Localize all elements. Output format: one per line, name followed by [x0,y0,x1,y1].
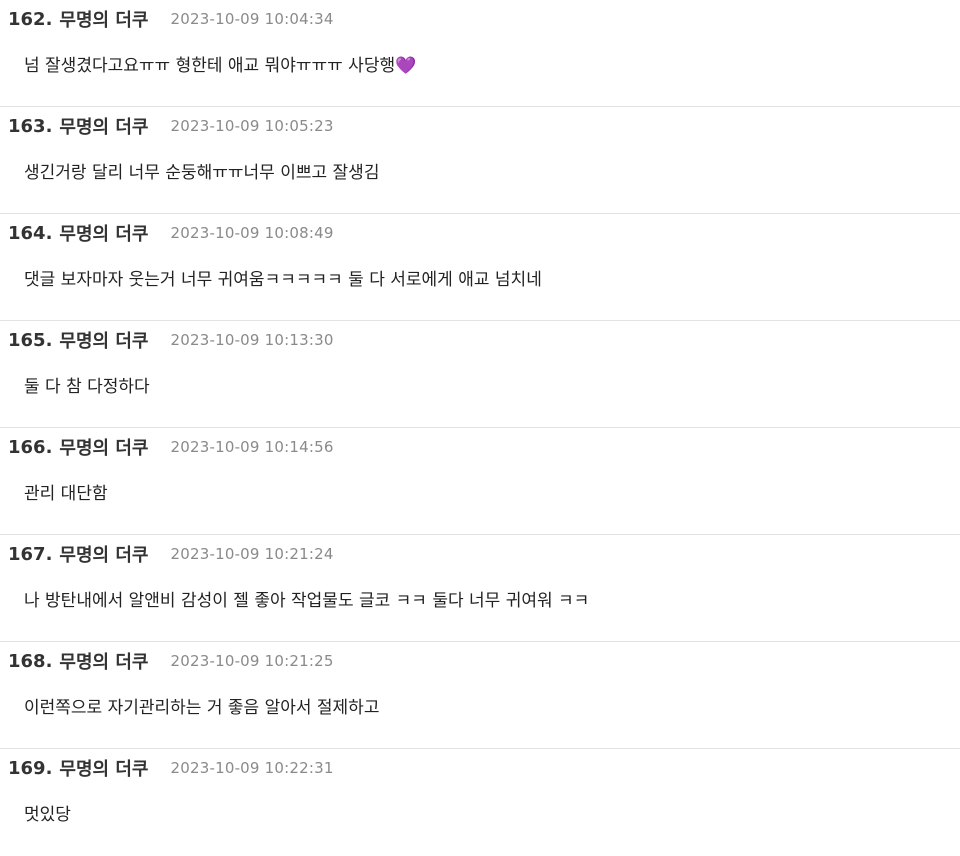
comment-header: 166. 무명의 더쿠 2023-10-09 10:14:56 [8,435,334,460]
comment-item: 164. 무명의 더쿠 2023-10-09 10:08:49 댓글 보자마자 … [0,214,960,321]
comment-timestamp: 2023-10-09 10:05:23 [170,117,334,135]
comment-timestamp: 2023-10-09 10:08:49 [170,224,334,242]
comment-number[interactable]: 162. [8,9,52,30]
comment-timestamp: 2023-10-09 10:13:30 [170,331,334,349]
comment-timestamp: 2023-10-09 10:21:24 [170,545,334,563]
comment-number[interactable]: 166. [8,437,52,458]
comment-item: 166. 무명의 더쿠 2023-10-09 10:14:56 관리 대단함 [0,428,960,535]
comment-author: 무명의 더쿠 [59,10,149,31]
comment-author: 무명의 더쿠 [59,224,149,245]
comment-header: 165. 무명의 더쿠 2023-10-09 10:13:30 [8,328,334,353]
comment-number[interactable]: 169. [8,758,52,779]
comment-number[interactable]: 165. [8,330,52,351]
comment-item: 169. 무명의 더쿠 2023-10-09 10:22:31 멋있당 [0,749,960,856]
comment-text: 생긴거랑 달리 너무 순둥해ㅠㅠ너무 이쁘고 잘생김 [24,163,380,183]
comment-item: 162. 무명의 더쿠 2023-10-09 10:04:34 넘 잘생겼다고요… [0,0,960,107]
comment-number[interactable]: 167. [8,544,52,565]
comment-timestamp: 2023-10-09 10:04:34 [170,10,334,28]
comment-number[interactable]: 168. [8,651,52,672]
comment-timestamp: 2023-10-09 10:14:56 [170,438,334,456]
comment-text: 관리 대단함 [24,484,108,504]
comment-author: 무명의 더쿠 [59,331,149,352]
comment-author: 무명의 더쿠 [59,438,149,459]
comment-text: 넘 잘생겼다고요ㅠㅠ 형한테 애교 뭐야ㅠㅠㅠ 사당행💜 [24,56,417,76]
comment-header: 169. 무명의 더쿠 2023-10-09 10:22:31 [8,756,334,781]
comment-header: 168. 무명의 더쿠 2023-10-09 10:21:25 [8,649,334,674]
comment-list: 162. 무명의 더쿠 2023-10-09 10:04:34 넘 잘생겼다고요… [0,0,960,856]
comment-header: 162. 무명의 더쿠 2023-10-09 10:04:34 [8,7,334,32]
comment-timestamp: 2023-10-09 10:22:31 [170,759,334,777]
comment-text: 멋있당 [24,805,71,825]
comment-text: 댓글 보자마자 웃는거 너무 귀여움ㅋㅋㅋㅋㅋ 둘 다 서로에게 애교 넘치네 [24,270,542,290]
comment-item: 168. 무명의 더쿠 2023-10-09 10:21:25 이런쪽으로 자기… [0,642,960,749]
comment-item: 165. 무명의 더쿠 2023-10-09 10:13:30 둘 다 참 다정… [0,321,960,428]
comment-header: 164. 무명의 더쿠 2023-10-09 10:08:49 [8,221,334,246]
comment-number[interactable]: 163. [8,116,52,137]
comment-author: 무명의 더쿠 [59,117,149,138]
comment-number[interactable]: 164. [8,223,52,244]
comment-timestamp: 2023-10-09 10:21:25 [170,652,334,670]
comment-header: 167. 무명의 더쿠 2023-10-09 10:21:24 [8,542,334,567]
comment-author: 무명의 더쿠 [59,759,149,780]
comment-text: 나 방탄내에서 알앤비 감성이 젤 좋아 작업물도 글코 ㅋㅋ 둘다 너무 귀여… [24,591,590,611]
comment-header: 163. 무명의 더쿠 2023-10-09 10:05:23 [8,114,334,139]
comment-author: 무명의 더쿠 [59,652,149,673]
comment-text: 이런쪽으로 자기관리하는 거 좋음 알아서 절제하고 [24,698,380,718]
comment-item: 163. 무명의 더쿠 2023-10-09 10:05:23 생긴거랑 달리 … [0,107,960,214]
comment-text: 둘 다 참 다정하다 [24,377,150,397]
comment-item: 167. 무명의 더쿠 2023-10-09 10:21:24 나 방탄내에서 … [0,535,960,642]
comment-author: 무명의 더쿠 [59,545,149,566]
